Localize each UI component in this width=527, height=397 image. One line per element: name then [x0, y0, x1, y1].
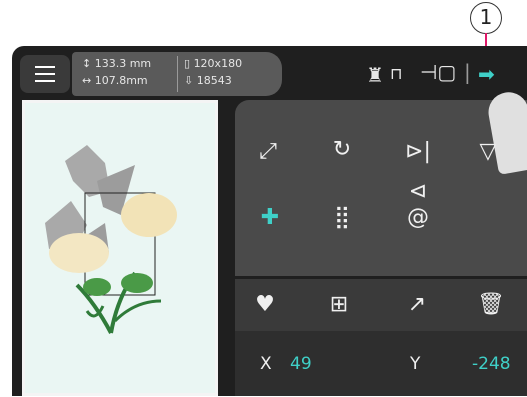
y-value[interactable]: -248	[472, 354, 511, 374]
hoop-info: ▯ 120x180	[184, 57, 243, 70]
width-icon: ↔	[82, 74, 92, 87]
presser-foot-icon[interactable]: ⊓	[390, 64, 402, 83]
delete-icon[interactable]: 🗑	[471, 285, 511, 325]
height-icon: ↕	[82, 57, 92, 70]
height-info: ↕ 133.3 mm	[82, 57, 152, 70]
array-icon[interactable]: ⣿	[322, 198, 362, 238]
embroidery-canvas[interactable]	[22, 100, 218, 396]
stitch-count-icon: ⇩	[184, 74, 194, 87]
bottom-toolbar: ♥ ⊞ ↗ 🗑	[235, 279, 527, 331]
x-value[interactable]: 49	[290, 354, 312, 374]
rotate-icon[interactable]: ↻	[322, 130, 362, 170]
thread-spool-icon[interactable]: ♜	[366, 63, 384, 87]
favorite-add-icon[interactable]: ♥	[245, 285, 285, 325]
mirror-horizontal-icon[interactable]: ⊳|⊲	[398, 132, 438, 204]
divider-icon: |	[464, 60, 471, 84]
resize-icon[interactable]: ⤢	[248, 132, 288, 172]
info-separator	[177, 56, 178, 92]
move-icon[interactable]: ✚	[250, 198, 290, 238]
hoop-connect-icon[interactable]: ⊣▢	[420, 60, 456, 84]
menu-button[interactable]	[20, 55, 70, 93]
callout-number: 1	[470, 2, 502, 34]
next-step-icon[interactable]: ➡	[478, 62, 495, 86]
y-label: Y	[410, 354, 421, 374]
outline-icon[interactable]: @	[398, 198, 438, 238]
design-info-panel: ↕ 133.3 mm ↔ 107.8mm ▯ 120x180 ⇩ 18543	[72, 52, 282, 96]
hoop-icon: ▯	[184, 57, 191, 70]
width-info: ↔ 107.8mm	[82, 74, 148, 87]
position-panel: X 49 Y -248	[235, 331, 527, 396]
zoom-icon[interactable]: ↗	[397, 285, 437, 325]
stitches-info: ⇩ 18543	[184, 74, 232, 87]
x-label: X	[260, 354, 272, 374]
edit-tools-panel	[235, 100, 527, 276]
butterfly-lily-design	[45, 145, 177, 334]
add-image-icon[interactable]: ⊞	[319, 285, 359, 325]
